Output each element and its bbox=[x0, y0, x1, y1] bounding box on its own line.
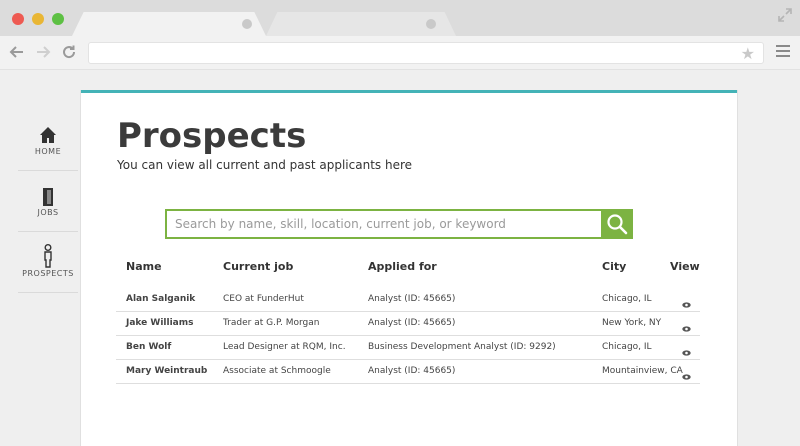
column-header-view: View bbox=[670, 260, 700, 273]
page-accent-bar bbox=[81, 90, 737, 93]
view-eye-icon[interactable] bbox=[682, 341, 691, 360]
cell-applied: Analyst (ID: 45665) bbox=[368, 366, 456, 376]
cell-job: Trader at G.P. Morgan bbox=[223, 318, 320, 328]
search-input[interactable] bbox=[167, 211, 603, 237]
home-icon bbox=[39, 126, 57, 148]
table-header: Name Current job Applied for City View bbox=[116, 258, 700, 288]
cell-job: CEO at FunderHut bbox=[223, 294, 304, 304]
sidebar-item-label: PROSPECTS bbox=[22, 269, 74, 278]
browser-tab-active[interactable] bbox=[72, 12, 266, 36]
sidebar-item-prospects[interactable]: PROSPECTS bbox=[18, 232, 78, 293]
view-eye-icon[interactable] bbox=[682, 317, 691, 336]
search-icon bbox=[607, 214, 628, 235]
cell-city: Chicago, IL bbox=[602, 294, 652, 304]
table-row[interactable]: Alan Salganik CEO at FunderHut Analyst (… bbox=[116, 288, 700, 312]
table-row[interactable]: Mary Weintraub Associate at Schmoogle An… bbox=[116, 360, 700, 384]
close-window-button[interactable] bbox=[12, 13, 24, 25]
cell-name: Ben Wolf bbox=[126, 342, 172, 352]
column-header-city[interactable]: City bbox=[602, 260, 626, 273]
cell-applied: Analyst (ID: 45665) bbox=[368, 294, 456, 304]
page-title: Prospects bbox=[117, 116, 307, 156]
column-header-name[interactable]: Name bbox=[126, 260, 162, 273]
maximize-window-button[interactable] bbox=[52, 13, 64, 25]
person-icon bbox=[42, 244, 54, 272]
search-button[interactable] bbox=[601, 209, 633, 239]
cell-name: Mary Weintraub bbox=[126, 366, 208, 376]
browser-tabstrip bbox=[0, 0, 800, 36]
prospects-table: Name Current job Applied for City View A… bbox=[116, 258, 700, 384]
tab-close-icon[interactable] bbox=[426, 19, 436, 29]
address-bar[interactable]: ★ bbox=[88, 42, 764, 64]
bookmark-star-icon[interactable]: ★ bbox=[741, 44, 755, 63]
table-row[interactable]: Ben Wolf Lead Designer at RQM, Inc. Busi… bbox=[116, 336, 700, 360]
cell-job: Lead Designer at RQM, Inc. bbox=[223, 342, 346, 352]
cell-name: Jake Williams bbox=[126, 318, 194, 328]
cell-job: Associate at Schmoogle bbox=[223, 366, 331, 376]
cell-city: Mountainview, CA bbox=[602, 366, 683, 376]
left-sidebar: HOME JOBS PROSPECTS bbox=[18, 110, 78, 293]
page-subtitle: You can view all current and past applic… bbox=[117, 158, 413, 172]
sidebar-item-jobs[interactable]: JOBS bbox=[18, 171, 78, 232]
sidebar-item-home[interactable]: HOME bbox=[18, 110, 78, 171]
forward-icon[interactable] bbox=[34, 44, 52, 62]
browser-toolbar: ★ bbox=[0, 36, 800, 70]
sidebar-item-label: HOME bbox=[34, 147, 62, 156]
search-bar bbox=[165, 209, 633, 239]
view-eye-icon[interactable] bbox=[682, 365, 691, 384]
cell-applied: Business Development Analyst (ID: 9292) bbox=[368, 342, 556, 352]
minimize-window-button[interactable] bbox=[32, 13, 44, 25]
view-eye-icon[interactable] bbox=[682, 293, 691, 312]
tab-close-icon[interactable] bbox=[242, 19, 252, 29]
cell-name: Alan Salganik bbox=[126, 294, 196, 304]
browser-menu-icon[interactable] bbox=[776, 45, 790, 60]
back-icon[interactable] bbox=[8, 44, 26, 62]
fullscreen-icon[interactable] bbox=[778, 8, 792, 22]
column-header-job[interactable]: Current job bbox=[223, 260, 293, 273]
cell-applied: Analyst (ID: 45665) bbox=[368, 318, 456, 328]
cell-city: Chicago, IL bbox=[602, 342, 652, 352]
cell-city: New York, NY bbox=[602, 318, 662, 328]
browser-tab[interactable] bbox=[266, 12, 456, 36]
table-row[interactable]: Jake Williams Trader at G.P. Morgan Anal… bbox=[116, 312, 700, 336]
column-header-applied[interactable]: Applied for bbox=[368, 260, 437, 273]
reload-icon[interactable] bbox=[60, 44, 78, 62]
sidebar-item-label: JOBS bbox=[37, 208, 59, 217]
